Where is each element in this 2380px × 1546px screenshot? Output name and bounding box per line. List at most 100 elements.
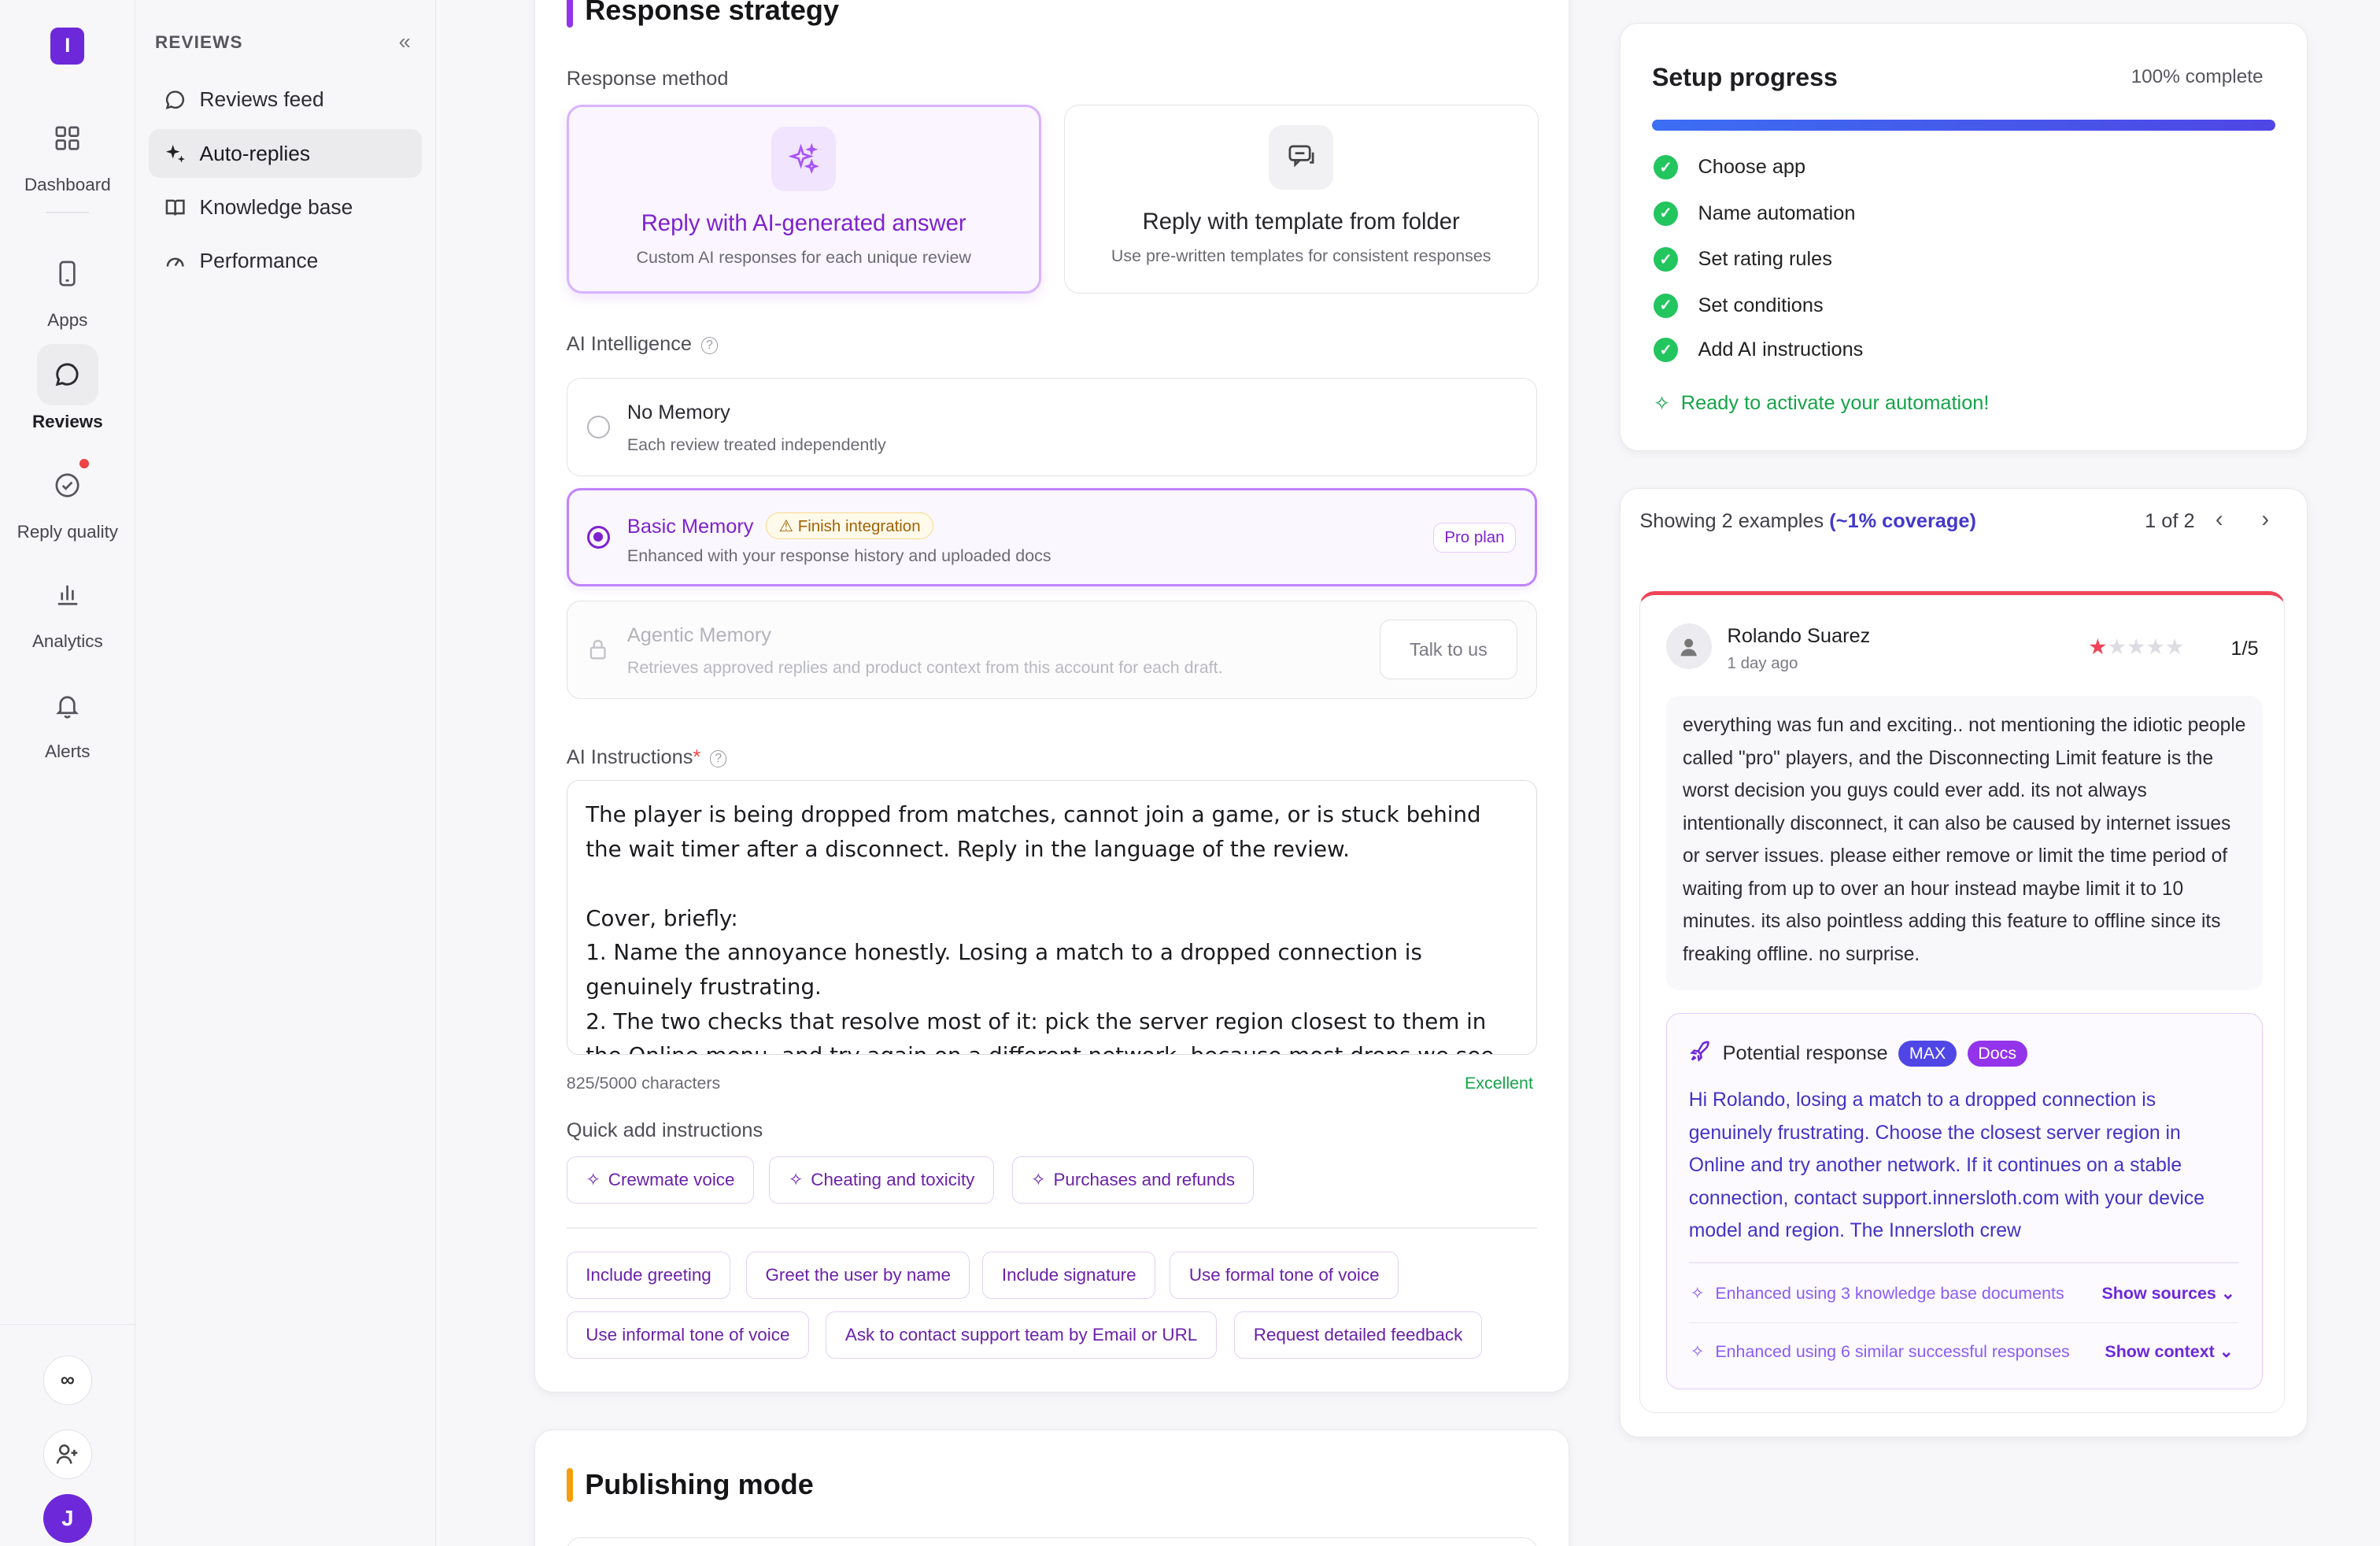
sparkles-icon: ✧: [1653, 393, 1671, 416]
method-template-folder[interactable]: Reply with template from folder Use pre-…: [1063, 104, 1539, 294]
step-label: Name automation: [1698, 202, 1856, 224]
quick-chip-greet-by-name[interactable]: Greet the user by name: [746, 1251, 970, 1300]
rail-item-reply-quality[interactable]: Reply quality: [0, 454, 135, 542]
review-body: everything was fun and exciting.. not me…: [1665, 695, 2264, 991]
memory-title: Agentic Memory: [626, 623, 771, 646]
ready-text: Ready to activate your automation!: [1680, 392, 1990, 415]
primary-rail: I Dashboard Apps Reviews Reply quality A…: [0, 0, 135, 1546]
quick-chip-crewmate-voice[interactable]: ✧ Crewmate voice: [566, 1156, 754, 1204]
quality-indicator: Excellent: [1464, 1073, 1533, 1093]
section-title: Publishing mode: [585, 1467, 814, 1500]
rail-item-analytics[interactable]: Analytics: [0, 564, 135, 652]
rail-divider: [46, 212, 90, 214]
publishing-option[interactable]: [566, 1537, 1537, 1546]
step-label: Add AI instructions: [1698, 338, 1864, 361]
collapse-sidebar-icon[interactable]: «: [399, 29, 411, 54]
infinity-button[interactable]: ∞: [42, 1356, 93, 1405]
star-icon: ★: [2126, 634, 2146, 659]
subnav-item-knowledge-base[interactable]: Knowledge base: [149, 183, 422, 231]
chevron-left-icon[interactable]: ‹: [2216, 507, 2223, 533]
chevron-right-icon[interactable]: ›: [2261, 507, 2269, 533]
star-icon: ★: [2087, 634, 2108, 659]
subnav-title: REVIEWS: [155, 31, 243, 52]
rail-item-alerts[interactable]: Alerts: [0, 674, 135, 762]
chip-label: Crewmate voice: [608, 1170, 735, 1190]
quick-chip-formal-tone[interactable]: Use formal tone of voice: [1170, 1251, 1399, 1300]
brand-logo[interactable]: I: [50, 28, 85, 65]
required-marker: *: [693, 746, 701, 769]
memory-option-basic[interactable]: Basic Memory ⚠ Finish integration Enhance…: [566, 488, 1537, 587]
divider: [566, 1226, 1537, 1229]
talk-to-us-button[interactable]: Talk to us: [1379, 620, 1518, 680]
max-badge: MAX: [1898, 1041, 1957, 1067]
memory-title: Basic Memory ⚠ Finish integration: [626, 512, 934, 540]
rail-item-reviews[interactable]: Reviews: [0, 343, 135, 432]
sparkles-icon: [771, 126, 837, 191]
quick-chip-cheating-toxicity[interactable]: ✧ Cheating and toxicity: [769, 1156, 994, 1204]
sparkles-icon: ✧: [1030, 1170, 1046, 1190]
rail-item-dashboard[interactable]: Dashboard: [0, 108, 135, 196]
finish-integration-badge[interactable]: ⚠ Finish integration: [766, 512, 934, 540]
quick-chip-informal-tone[interactable]: Use informal tone of voice: [566, 1311, 809, 1359]
radio-button[interactable]: [587, 526, 611, 549]
help-icon[interactable]: ?: [709, 750, 727, 767]
chip-label: Cheating and toxicity: [811, 1170, 975, 1190]
rail-item-apps[interactable]: Apps: [0, 242, 135, 331]
star-rating: ★★★★★: [2088, 634, 2184, 660]
chat-bubble-icon: [36, 343, 98, 405]
check-circle-icon: ✓: [1653, 201, 1679, 226]
quick-chip-include-greeting[interactable]: Include greeting: [566, 1251, 731, 1300]
enhanced-text: Enhanced using 3 knowledge base document…: [1715, 1283, 2064, 1303]
show-sources-button[interactable]: Show sources ⌄: [2102, 1284, 2235, 1304]
setup-step: ✓ Name automation: [1653, 201, 1856, 226]
pager-label: 1 of 2: [2145, 509, 2195, 532]
subnav-item-performance[interactable]: Performance: [149, 236, 422, 285]
star-icon: ★: [2145, 634, 2165, 659]
memory-title: No Memory: [626, 401, 730, 424]
chat-bubble-icon: [165, 91, 184, 110]
setup-percent: 100% complete: [2131, 65, 2264, 87]
invite-user-button[interactable]: [42, 1429, 93, 1479]
enhanced-sources-note: ✧ Enhanced using 3 knowledge base documen…: [1691, 1284, 2064, 1304]
help-icon[interactable]: ?: [700, 337, 719, 354]
ai-instructions-text: AI Instructions: [566, 746, 693, 769]
rail-label: Apps: [47, 310, 88, 331]
setup-step: ✓ Set rating rules: [1653, 247, 1832, 272]
enhanced-context-note: ✧ Enhanced using 6 similar successful res…: [1691, 1342, 2070, 1362]
showing-text: Showing 2 examples: [1639, 509, 1824, 532]
radio-button[interactable]: [587, 415, 611, 438]
quick-chip-include-signature[interactable]: Include signature: [982, 1251, 1156, 1300]
character-counter: 825/5000 characters: [566, 1073, 721, 1093]
quick-chip-detailed-feedback[interactable]: Request detailed feedback: [1234, 1311, 1482, 1359]
quick-chip-contact-support[interactable]: Ask to contact support team by Email or …: [826, 1311, 1217, 1359]
rocket-icon: [1689, 1040, 1712, 1068]
chevron-down-icon: ⌄: [2219, 1341, 2234, 1361]
rail-label: Reply quality: [17, 522, 119, 542]
divider: [1688, 1262, 2239, 1264]
quick-chip-purchases-refunds[interactable]: ✧ Purchases and refunds: [1011, 1156, 1255, 1204]
ai-instructions-textarea[interactable]: The player is being dropped from matches…: [566, 779, 1537, 1056]
quick-add-label: Quick add instructions: [566, 1119, 763, 1142]
step-label: Choose app: [1698, 156, 1806, 179]
setup-step: ✓ Choose app: [1653, 155, 1806, 180]
coverage-text: (~1% coverage): [1829, 509, 1976, 532]
memory-option-none[interactable]: No Memory Each review treated independen…: [566, 377, 1537, 476]
memory-description: Retrieves approved replies and product c…: [626, 657, 1223, 677]
user-avatar[interactable]: J: [42, 1494, 93, 1544]
lock-icon: [589, 638, 607, 667]
method-ai-generated[interactable]: Reply with AI-generated answer Custom AI…: [566, 104, 1041, 294]
subnav-item-reviews-feed[interactable]: Reviews feed: [149, 76, 422, 124]
subnav-item-auto-replies[interactable]: Auto-replies: [149, 128, 423, 179]
response-method-label: Response method: [566, 67, 729, 90]
review-time: 1 day ago: [1727, 653, 1798, 672]
show-context-button[interactable]: Show context ⌄: [2105, 1342, 2233, 1362]
ai-intelligence-label: AI Intelligence?: [566, 333, 719, 356]
sparkles-icon: ✧: [1690, 1341, 1705, 1361]
ai-instructions-label: AI Instructions*?: [567, 746, 727, 769]
rail-label: Alerts: [45, 742, 91, 762]
ai-intelligence-text: AI Intelligence: [566, 333, 692, 356]
add-user-icon: [56, 1444, 78, 1464]
setup-step: ✓ Add AI instructions: [1653, 338, 1864, 363]
memory-title-text: Basic Memory: [626, 515, 754, 538]
potential-response-title: Potential response: [1722, 1042, 1888, 1065]
